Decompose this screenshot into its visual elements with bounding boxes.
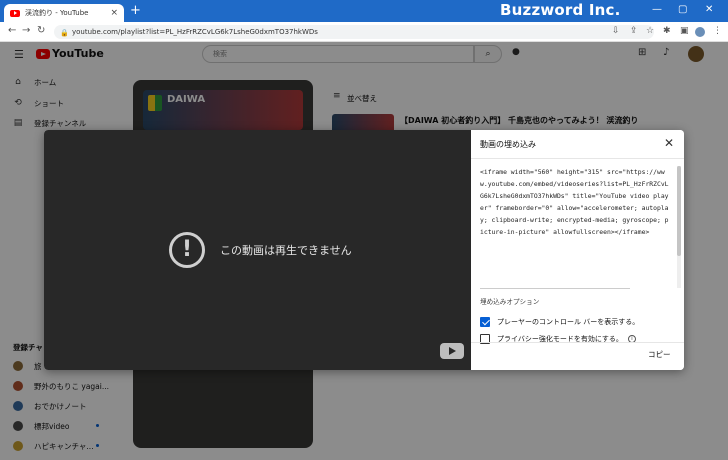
minimize-button[interactable]: — xyxy=(652,4,662,15)
back-icon[interactable]: ← xyxy=(8,25,16,36)
url-field[interactable]: 🔒 youtube.com/playlist?list=PL_HzFrRZCvL… xyxy=(54,25,654,39)
forward-icon[interactable]: → xyxy=(22,25,30,36)
player-error-message: この動画は再生できません xyxy=(220,244,352,257)
lock-icon: 🔒 xyxy=(60,29,69,37)
close-icon[interactable]: ✕ xyxy=(664,136,674,150)
profile-avatar[interactable] xyxy=(695,27,705,37)
brand-watermark: Buzzword Inc. xyxy=(500,1,621,19)
url-text: youtube.com/playlist?list=PL_HzFrRZCvLG6… xyxy=(72,28,318,36)
option-label: プレーヤーのコントロール バーを表示する。 xyxy=(497,318,640,326)
browser-titlebar: 渓流釣り - YouTube × + Buzzword Inc. — ▢ ✕ xyxy=(0,0,728,22)
option-show-controls[interactable]: プレーヤーのコントロール バーを表示する。 xyxy=(480,316,639,328)
close-window-button[interactable]: ✕ xyxy=(705,4,713,15)
maximize-button[interactable]: ▢ xyxy=(678,4,687,15)
divider xyxy=(471,158,684,159)
bookmark-star-icon[interactable]: ☆ xyxy=(646,26,654,36)
extensions-icon[interactable]: ✱ xyxy=(663,26,671,36)
show-controls-checkbox[interactable] xyxy=(480,317,490,327)
browser-menu-icon[interactable]: ⋮ xyxy=(713,26,722,36)
divider xyxy=(480,288,630,289)
copy-button[interactable]: コピー xyxy=(648,349,671,360)
install-icon[interactable]: ⇩ xyxy=(612,26,620,36)
embed-code-textarea[interactable]: <iframe width="560" height="315" src="ht… xyxy=(480,166,670,288)
youtube-watermark-icon[interactable] xyxy=(440,343,464,359)
reload-icon[interactable]: ↻ xyxy=(37,25,45,36)
new-tab-button[interactable]: + xyxy=(130,4,141,18)
embed-panel: 動画の埋め込み ✕ <iframe width="560" height="31… xyxy=(471,130,684,370)
code-scrollbar-thumb[interactable] xyxy=(677,166,681,256)
sidepanel-icon[interactable]: ▣ xyxy=(680,26,689,36)
tab-title: 渓流釣り - YouTube xyxy=(25,9,89,17)
video-player[interactable]: ! この動画は再生できません xyxy=(44,130,471,370)
divider xyxy=(471,342,684,343)
embed-options-header: 埋め込みオプション xyxy=(480,298,540,306)
error-icon: ! xyxy=(169,232,205,268)
embed-dialog: ! この動画は再生できません 動画の埋め込み ✕ <iframe width="… xyxy=(44,130,684,370)
browser-tab[interactable]: 渓流釣り - YouTube × xyxy=(4,4,124,22)
option-privacy-mode[interactable]: プライバシー強化モードを有効にする。 i xyxy=(480,333,636,345)
youtube-favicon-icon xyxy=(10,9,20,17)
share-icon[interactable]: ⇪ xyxy=(630,26,638,36)
address-bar: ← → ↻ 🔒 youtube.com/playlist?list=PL_HzF… xyxy=(0,22,728,42)
tab-close-icon[interactable]: × xyxy=(110,8,118,18)
embed-panel-title: 動画の埋め込み xyxy=(480,140,536,149)
